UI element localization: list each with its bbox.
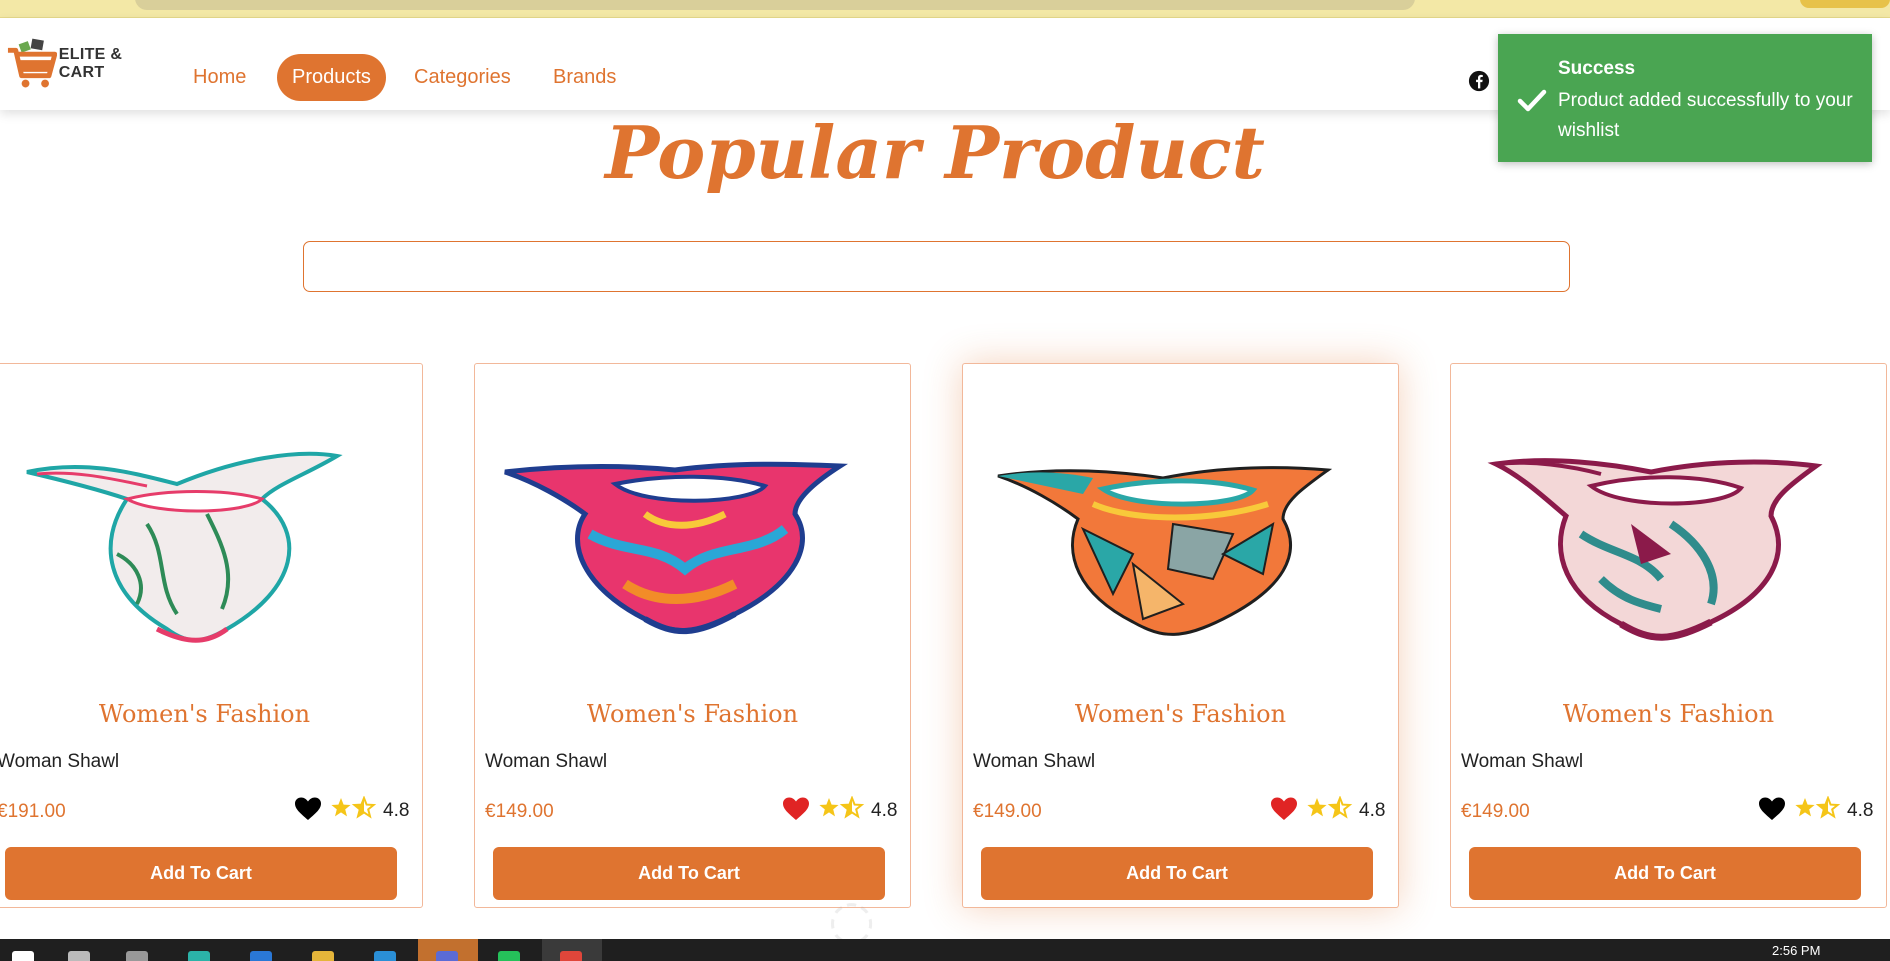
app-icon[interactable] <box>436 951 458 961</box>
product-price: €149.00 <box>485 801 554 822</box>
vscode-icon[interactable] <box>250 951 272 961</box>
facebook-icon[interactable] <box>1468 70 1490 92</box>
star-rating-icon <box>1795 796 1841 819</box>
product-category: Women's Fashion <box>98 700 311 728</box>
product-image <box>997 466 1333 636</box>
search-icon[interactable] <box>68 951 90 961</box>
product-image <box>504 461 848 635</box>
product-title: Woman Shawl <box>0 751 120 772</box>
product-title: Woman Shawl <box>485 751 608 772</box>
logo[interactable]: ELITE & CART <box>6 36 170 92</box>
taskbar-clock[interactable]: 2:56 PM <box>1772 943 1820 958</box>
product-category: Women's Fashion <box>586 700 799 728</box>
product-category: Women's Fashion <box>1562 700 1775 728</box>
add-to-cart-button[interactable]: Add To Cart <box>493 847 885 900</box>
page: ELITE & CART Home Products Categories Br… <box>0 0 1890 961</box>
product-card[interactable]: Women's Fashion Woman Shawl €149.00 4.8 … <box>474 363 911 908</box>
edge-icon[interactable] <box>188 951 210 961</box>
telegram-icon[interactable] <box>374 951 396 961</box>
windows-start-icon[interactable] <box>12 951 34 961</box>
product-rating: 4.8 <box>1847 800 1874 821</box>
nav-brands[interactable]: Brands <box>553 66 616 89</box>
product-image <box>26 451 343 643</box>
heart-icon[interactable] <box>1270 796 1298 822</box>
star-rating-icon <box>819 796 865 819</box>
whatsapp-icon[interactable] <box>498 951 520 961</box>
product-rating: 4.8 <box>1359 800 1386 821</box>
product-card[interactable]: Women's Fashion Woman Shawl €191.00 4.8 … <box>0 363 423 908</box>
folder-icon[interactable] <box>312 951 334 961</box>
cart-logo-icon <box>7 38 57 88</box>
add-to-cart-button[interactable]: Add To Cart <box>5 847 397 900</box>
search-input[interactable] <box>303 241 1570 292</box>
product-price: €149.00 <box>973 801 1042 822</box>
star-rating-icon <box>1307 796 1353 819</box>
browser-profile-pill[interactable] <box>1800 0 1890 8</box>
product-title: Woman Shawl <box>1461 751 1584 772</box>
add-to-cart-button[interactable]: Add To Cart <box>981 847 1373 900</box>
nav-categories[interactable]: Categories <box>414 66 511 89</box>
product-image <box>1487 458 1823 641</box>
task-view-icon[interactable] <box>126 951 148 961</box>
heart-icon[interactable] <box>294 796 322 822</box>
product-rating: 4.8 <box>871 800 898 821</box>
product-title: Woman Shawl <box>973 751 1096 772</box>
brand-name: ELITE & CART <box>58 46 123 81</box>
star-rating-icon <box>331 796 377 819</box>
product-category: Women's Fashion <box>1074 700 1287 728</box>
nav-products[interactable]: Products <box>277 54 386 101</box>
product-price: €149.00 <box>1461 801 1530 822</box>
address-bar[interactable] <box>135 0 1415 10</box>
add-to-cart-button[interactable]: Add To Cart <box>1469 847 1861 900</box>
nav-home[interactable]: Home <box>193 66 246 89</box>
browser-top-strip <box>0 0 1890 18</box>
heart-icon[interactable] <box>782 796 810 822</box>
product-card[interactable]: Women's Fashion Woman Shawl €149.00 4.8 … <box>1450 363 1887 908</box>
page-title: Popular Product <box>605 110 1265 195</box>
toast-title: Success <box>1558 58 1636 79</box>
product-rating: 4.8 <box>383 800 410 821</box>
chrome-icon[interactable] <box>560 951 582 961</box>
taskbar: 2:56 PM <box>0 939 1890 961</box>
product-price: €191.00 <box>0 801 66 822</box>
product-card[interactable]: Women's Fashion Woman Shawl €149.00 4.8 … <box>962 363 1399 908</box>
heart-icon[interactable] <box>1758 796 1786 822</box>
